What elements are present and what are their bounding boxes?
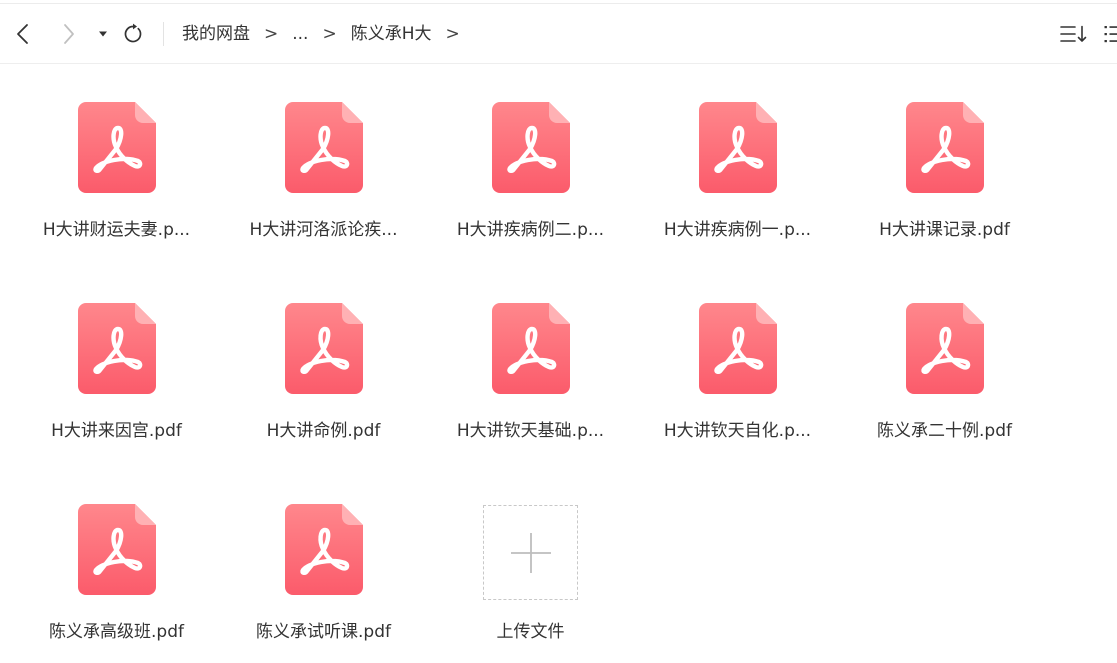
pdf-file-icon — [492, 303, 570, 394]
breadcrumb-separator: > — [264, 24, 279, 44]
file-name: H大讲疾病例二.p... — [456, 220, 605, 240]
list-view-button[interactable] — [1104, 24, 1117, 44]
file-item[interactable]: H大讲课记录.pdf — [841, 90, 1048, 242]
file-item[interactable]: H大讲疾病例二.p... — [427, 90, 634, 242]
file-name: H大讲来因宫.pdf — [51, 421, 182, 441]
file-item[interactable]: 陈义承二十例.pdf — [841, 291, 1048, 443]
list-view-icon — [1104, 26, 1117, 43]
breadcrumb-separator[interactable]: > — [446, 22, 460, 46]
breadcrumb: 我的网盘 > ... > 陈义承H大 > — [182, 22, 460, 46]
chevron-right-icon — [64, 24, 74, 44]
sort-icon — [1060, 25, 1087, 42]
file-item[interactable]: H大讲钦天自化.p... — [634, 291, 841, 443]
file-name: 陈义承试听课.pdf — [256, 622, 391, 642]
refresh-icon — [124, 23, 142, 43]
file-item[interactable]: H大讲财运夫妻.p... — [13, 90, 220, 242]
file-name: H大讲钦天基础.p... — [456, 421, 605, 441]
toolbar: 我的网盘 > ... > 陈义承H大 > — [0, 0, 1117, 63]
file-grid: H大讲财运夫妻.p... H大讲河洛派论疾... H大讲疾病例二.p... H大… — [13, 90, 1048, 644]
chevron-left-icon — [17, 24, 28, 44]
file-item[interactable]: H大讲命例.pdf — [220, 291, 427, 443]
caret-down-icon — [99, 31, 107, 37]
file-name: H大讲河洛派论疾... — [249, 220, 398, 240]
pdf-file-icon — [285, 102, 363, 193]
breadcrumb-item-current[interactable]: 陈义承H大 — [351, 22, 432, 46]
pdf-file-icon — [906, 303, 984, 394]
back-button[interactable] — [11, 22, 33, 46]
file-item[interactable]: 陈义承试听课.pdf — [220, 492, 427, 644]
history-dropdown-button[interactable] — [95, 26, 111, 42]
file-name: 陈义承高级班.pdf — [49, 622, 184, 642]
file-name: H大讲钦天自化.p... — [663, 421, 812, 441]
forward-button[interactable] — [57, 22, 79, 46]
file-name: 陈义承二十例.pdf — [877, 421, 1012, 441]
sort-button[interactable] — [1058, 24, 1088, 44]
file-name: H大讲财运夫妻.p... — [42, 220, 191, 240]
file-name: H大讲课记录.pdf — [879, 220, 1010, 240]
pdf-file-icon — [78, 303, 156, 394]
file-item[interactable]: H大讲疾病例一.p... — [634, 90, 841, 242]
pdf-file-icon — [492, 102, 570, 193]
pdf-file-icon — [285, 504, 363, 595]
plus-icon — [510, 532, 551, 573]
upload-button[interactable] — [483, 505, 578, 600]
toolbar-bottom-divider — [0, 63, 1117, 64]
breadcrumb-item-root[interactable]: 我的网盘 — [182, 22, 250, 46]
pdf-file-icon — [699, 102, 777, 193]
refresh-button[interactable] — [122, 23, 144, 45]
breadcrumb-item-collapsed[interactable]: ... — [292, 22, 308, 46]
breadcrumb-separator: > — [322, 24, 337, 44]
pdf-file-icon — [78, 102, 156, 193]
upload-tile[interactable]: 上传文件 — [427, 492, 634, 644]
pdf-file-icon — [699, 303, 777, 394]
pdf-file-icon — [906, 102, 984, 193]
pdf-file-icon — [78, 504, 156, 595]
upload-label: 上传文件 — [496, 622, 565, 642]
file-item[interactable]: 陈义承高级班.pdf — [13, 492, 220, 644]
file-name: H大讲疾病例一.p... — [663, 220, 812, 240]
file-item[interactable]: H大讲钦天基础.p... — [427, 291, 634, 443]
file-item[interactable]: H大讲河洛派论疾... — [220, 90, 427, 242]
toolbar-vertical-divider — [163, 22, 164, 46]
pdf-file-icon — [285, 303, 363, 394]
file-item[interactable]: H大讲来因宫.pdf — [13, 291, 220, 443]
file-name: H大讲命例.pdf — [266, 421, 381, 441]
